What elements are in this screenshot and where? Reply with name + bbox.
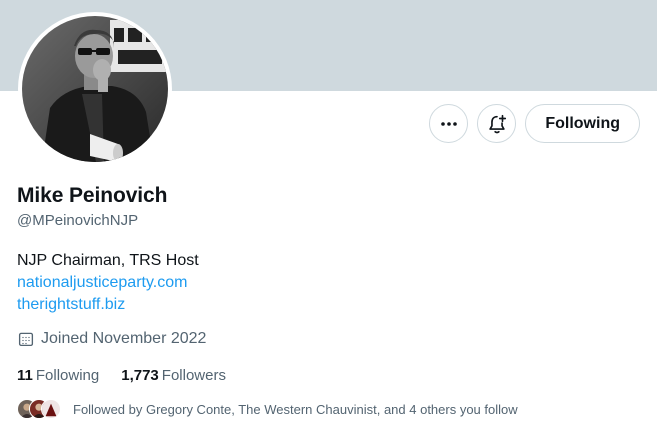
profile-actions: Following (429, 104, 640, 143)
join-date-text: Joined November 2022 (41, 330, 207, 347)
followed-by[interactable]: Followed by Gregory Conte, The Western C… (17, 399, 518, 419)
username: @MPeinovichNJP (17, 212, 139, 229)
following-button[interactable]: Following (525, 104, 640, 143)
display-name: Mike Peinovich (17, 184, 168, 207)
calendar-icon (18, 332, 34, 347)
followers-label: Followers (161, 367, 226, 384)
profile-avatar[interactable] (18, 12, 172, 166)
bio-link-2[interactable]: therightstuff.biz (17, 296, 125, 314)
bio-link-1[interactable]: nationaljusticeparty.com (17, 274, 187, 292)
join-date: Joined November 2022 (17, 330, 206, 348)
notifications-button[interactable] (477, 104, 517, 143)
follow-stats: 11 Following 1,773 Followers (17, 367, 226, 384)
bell-plus-icon (489, 114, 506, 133)
followers-count-link[interactable]: 1,773 Followers (121, 367, 226, 384)
followed-by-text: Followed by Gregory Conte, The Western C… (73, 401, 518, 417)
more-icon (441, 121, 457, 126)
following-label: Following (35, 367, 100, 384)
following-count-link[interactable]: 11 Following (17, 367, 99, 384)
followers-count: 1,773 (121, 367, 159, 384)
following-count: 11 (17, 367, 33, 384)
followed-by-avatars (17, 399, 61, 419)
avatar-photo (22, 16, 168, 162)
bio-text: NJP Chairman, TRS Host (17, 252, 199, 269)
follower-avatar-3 (41, 399, 61, 419)
more-button[interactable] (429, 104, 469, 143)
